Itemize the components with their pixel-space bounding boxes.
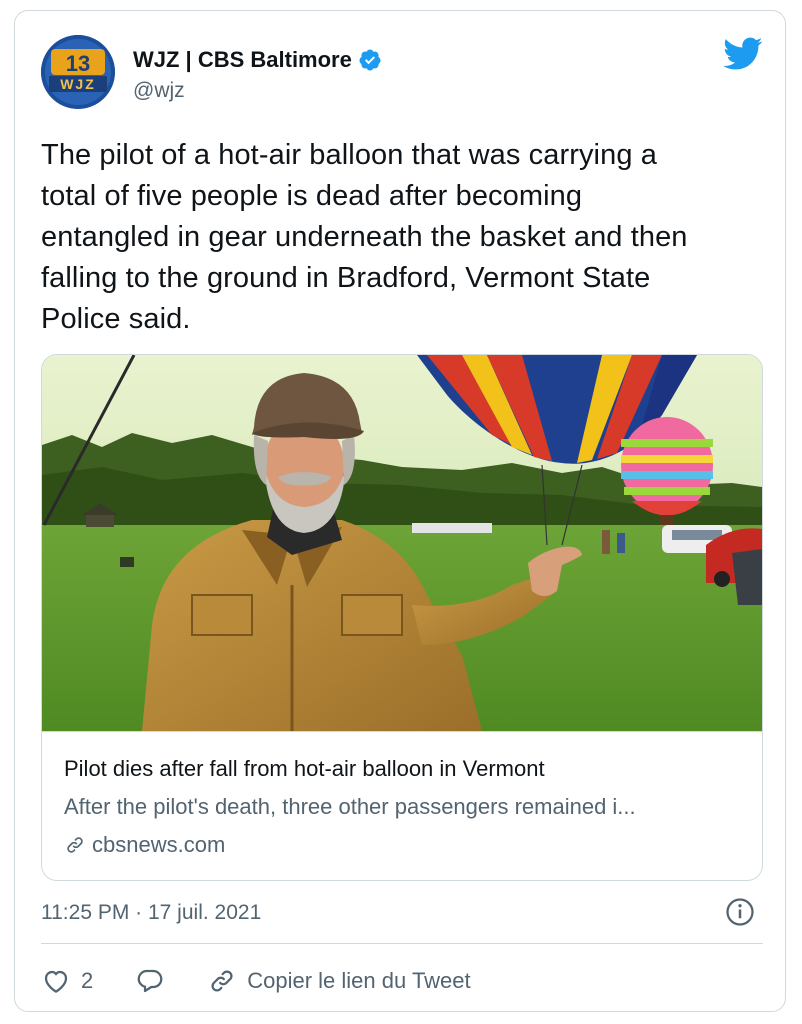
- svg-text:13: 13: [66, 51, 90, 76]
- link-description: After the pilot's death, three other pas…: [64, 794, 636, 819]
- info-icon[interactable]: [725, 897, 755, 927]
- link-preview-meta: Pilot dies after fall from hot-air ballo…: [42, 731, 762, 880]
- twitter-bird-icon[interactable]: [723, 37, 763, 71]
- wjz-logo: 13 WJZ: [41, 35, 115, 109]
- link-icon: [67, 837, 83, 853]
- divider: [41, 943, 763, 944]
- reply-icon: [137, 969, 163, 993]
- link-preview-card[interactable]: Pilot dies after fall from hot-air ballo…: [41, 354, 763, 881]
- action-bar: 2 Copier le lien du Tweet: [41, 961, 471, 1001]
- reply-button[interactable]: [135, 966, 165, 996]
- link-domain-row[interactable]: cbsnews.com: [64, 832, 225, 858]
- verified-badge-icon: [359, 49, 381, 71]
- like-button[interactable]: 2: [41, 966, 93, 996]
- heart-icon: [44, 970, 68, 993]
- tweet-timestamp[interactable]: 11:25 PM · 17 juil. 2021: [41, 901, 261, 925]
- tweet-card: 13 WJZ WJZ | CBS Baltimore @wjz The pilo…: [14, 10, 786, 1012]
- tweet-text: The pilot of a hot-air balloon that was …: [41, 139, 688, 335]
- avatar[interactable]: 13 WJZ: [41, 35, 115, 109]
- link-domain[interactable]: cbsnews.com: [92, 832, 225, 858]
- author-name-row[interactable]: WJZ | CBS Baltimore: [133, 47, 382, 73]
- svg-text:WJZ: WJZ: [60, 76, 96, 92]
- handle[interactable]: @wjz: [133, 79, 185, 103]
- copy-link-button[interactable]: Copier le lien du Tweet: [207, 966, 471, 996]
- like-count: 2: [81, 968, 94, 993]
- copy-link-label: Copier le lien du Tweet: [247, 968, 471, 993]
- link-icon: [211, 970, 233, 992]
- article-photo: [42, 355, 762, 731]
- display-name[interactable]: WJZ | CBS Baltimore: [133, 47, 352, 73]
- link-title[interactable]: Pilot dies after fall from hot-air ballo…: [64, 756, 545, 782]
